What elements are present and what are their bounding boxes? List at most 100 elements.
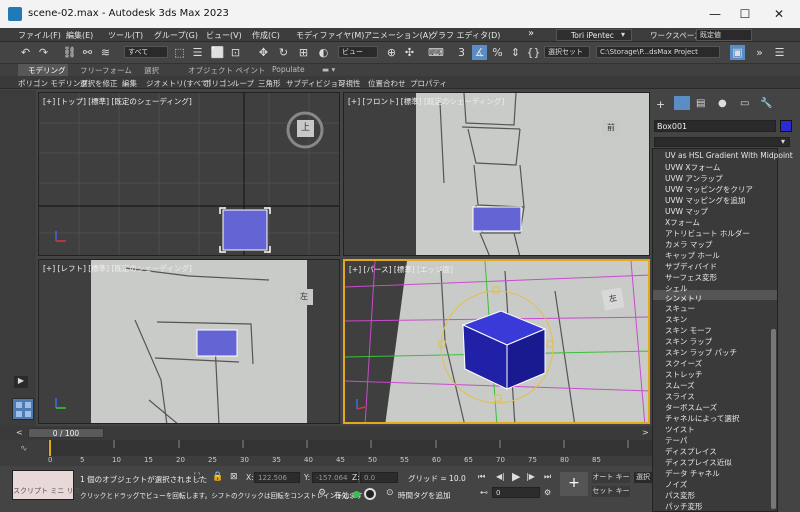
named-selection-dropdown[interactable]: 選択セット: [544, 46, 590, 58]
pivot-icon[interactable]: ⊕: [384, 45, 399, 60]
list-item[interactable]: サブディバイド: [665, 261, 717, 272]
viewcube-perspective[interactable]: 左: [601, 287, 625, 311]
list-item[interactable]: スキュー: [665, 303, 695, 314]
list-item[interactable]: カメラ マップ: [665, 239, 712, 250]
add-time-tag-text[interactable]: 時間タグを追加: [398, 490, 451, 501]
tab-selection[interactable]: 選択: [144, 65, 159, 76]
time-slider-thumb[interactable]: 0 / 100: [28, 428, 104, 438]
object-name-field[interactable]: Box001: [654, 120, 776, 132]
lock-selection-icon[interactable]: 🔒: [212, 472, 223, 482]
select-by-name-icon[interactable]: ☰: [190, 45, 205, 60]
viewport-perspective[interactable]: 左 [+] [パース] [標準] [エッジ面]: [343, 259, 650, 424]
menu-more-icon[interactable]: »: [528, 28, 534, 39]
list-item[interactable]: ターボスムーズ: [665, 402, 717, 413]
undo-icon[interactable]: ↶: [18, 45, 33, 60]
list-item[interactable]: ツイスト: [665, 424, 695, 435]
percent-snap-icon[interactable]: %: [490, 45, 505, 60]
ribbon-polygons[interactable]: ポリゴン: [204, 78, 234, 89]
isolate-selection-icon[interactable]: ⛶: [194, 472, 200, 482]
time-config-icon[interactable]: ⚙: [544, 488, 551, 497]
list-item[interactable]: キャップ ホール: [665, 250, 720, 261]
ribbon-geometry-all[interactable]: ジオメトリ(すべて): [146, 78, 211, 89]
save-icon[interactable]: ▣: [730, 45, 745, 60]
window-crossing-icon[interactable]: ⊡: [228, 45, 243, 60]
list-item[interactable]: UVW アンラップ: [665, 173, 723, 184]
absolute-mode-icon[interactable]: ⊠: [230, 472, 238, 482]
time-slider-next[interactable]: >: [642, 428, 649, 437]
enabled-indicator[interactable]: [353, 491, 360, 498]
viewport-top-label[interactable]: [+] [トップ] [標準] [既定のシェーディング]: [43, 96, 192, 107]
list-item[interactable]: ディスプレイス: [665, 446, 717, 457]
set-key-button[interactable]: セット キー: [592, 486, 630, 497]
spinner-snap-icon[interactable]: ⇕: [508, 45, 523, 60]
ribbon-modify-selection[interactable]: 選択を修正: [80, 78, 118, 89]
move-icon[interactable]: ✥: [256, 45, 271, 60]
viewcube-left[interactable]: 左: [295, 289, 313, 305]
viewcube-front[interactable]: 前: [602, 120, 620, 136]
next-frame-icon[interactable]: |▶: [526, 472, 535, 481]
list-item[interactable]: アトリビュート ホルダー: [665, 228, 750, 239]
scale-icon[interactable]: ⊞: [296, 45, 311, 60]
list-item[interactable]: パス変形: [665, 490, 695, 501]
list-item[interactable]: スムーズ: [665, 380, 695, 391]
ribbon-options-icon[interactable]: ▬ ▾: [322, 65, 335, 74]
track-ruler[interactable]: [48, 440, 652, 456]
motion-tab-icon[interactable]: ●: [718, 98, 727, 109]
tab-modeling[interactable]: モデリング: [28, 65, 66, 76]
place-icon[interactable]: ◐: [316, 45, 331, 60]
viewport-front-label[interactable]: [+] [フロント] [標準] [既定のシェーディング]: [348, 96, 504, 107]
ribbon-edit[interactable]: 編集: [122, 78, 137, 89]
selection-filter-dropdown[interactable]: すべて: [124, 46, 168, 58]
prev-frame-icon[interactable]: ◀|: [496, 472, 505, 481]
menu-tools[interactable]: ツール(T): [108, 30, 143, 41]
set-keys-button[interactable]: +: [560, 472, 588, 496]
display-tab-icon[interactable]: ▭: [740, 98, 749, 109]
edit-named-selection-icon[interactable]: {}: [526, 45, 541, 60]
list-item[interactable]: スキン ラップ パッチ: [665, 347, 737, 358]
ribbon-properties[interactable]: プロパティ: [410, 78, 447, 89]
menu-file[interactable]: ファイル(F): [18, 30, 61, 41]
time-tag-icon[interactable]: ⊙: [386, 488, 394, 498]
list-item[interactable]: テーパ: [665, 435, 687, 446]
select-object-icon[interactable]: ⬚: [172, 45, 187, 60]
object-color-swatch[interactable]: [780, 120, 792, 132]
auto-key-button[interactable]: オート キー: [592, 472, 630, 483]
list-item[interactable]: スキン モーフ: [665, 325, 712, 336]
list-item[interactable]: パッチ変形: [665, 501, 703, 512]
menu-group[interactable]: グループ(G): [154, 30, 198, 41]
list-item[interactable]: スキン: [665, 314, 687, 325]
angle-snap-icon[interactable]: ∡: [472, 45, 487, 60]
toolbar-more-icon[interactable]: »: [752, 45, 767, 60]
goto-start-icon[interactable]: ⏮: [478, 472, 485, 482]
list-item[interactable]: UVW Xフォーム: [665, 162, 720, 173]
ribbon-polygon-modeling[interactable]: ポリゴン モデリング: [18, 78, 88, 89]
list-item[interactable]: スクイーズ: [665, 358, 702, 369]
modify-tab-icon[interactable]: [674, 96, 690, 110]
list-item[interactable]: UVW マッピングを追加: [665, 195, 745, 206]
key-filter-select[interactable]: 選択: [634, 472, 652, 483]
rect-selection-icon[interactable]: ⬜: [210, 45, 225, 60]
list-item[interactable]: ストレッチ: [665, 369, 703, 380]
adaptive-degradation-icon[interactable]: ⚙: [318, 488, 326, 498]
project-path-dropdown[interactable]: C:\Storage\P...dsMax Project: [596, 46, 720, 58]
rotate-icon[interactable]: ↻: [276, 45, 291, 60]
ref-coord-dropdown[interactable]: ビュー: [338, 46, 378, 58]
modifier-list-scrollbar[interactable]: [771, 329, 776, 509]
list-item[interactable]: UV as HSL Gradient With Midpoint: [665, 151, 793, 160]
list-item[interactable]: スキン ラップ: [665, 336, 712, 347]
viewport-layout-icon[interactable]: [12, 398, 34, 420]
create-tab-icon[interactable]: +: [656, 98, 665, 111]
list-item[interactable]: ディスプレイス近似: [665, 457, 732, 468]
viewport-left-label[interactable]: [+] [レフト] [標準] [既定のシェーディング]: [43, 263, 192, 274]
workspace-dropdown[interactable]: 既定値: [696, 29, 752, 41]
list-item[interactable]: Xフォーム: [665, 217, 700, 228]
menu-create[interactable]: 作成(C): [252, 30, 280, 41]
snap-3d-icon[interactable]: 3: [454, 45, 469, 60]
list-item[interactable]: UVW マッピングをクリア: [665, 184, 753, 195]
ribbon-align[interactable]: 位置合わせ: [368, 78, 406, 89]
list-item[interactable]: UVW マップ: [665, 206, 708, 217]
bind-spacewarp-icon[interactable]: ≋: [98, 45, 113, 60]
curve-editor-icon[interactable]: ∿: [20, 444, 28, 454]
tab-freeform[interactable]: フリーフォーム: [80, 65, 132, 76]
link-icon[interactable]: ⛓: [62, 45, 77, 60]
